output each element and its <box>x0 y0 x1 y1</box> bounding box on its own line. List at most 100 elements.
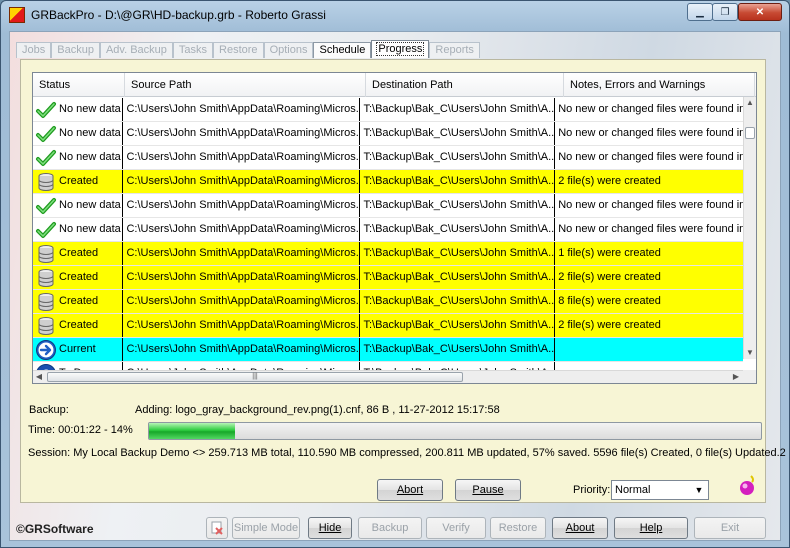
tab-label: Tasks <box>178 44 208 56</box>
table-row[interactable]: Current C:\Users\John Smith\AppData\Roami… <box>33 338 743 362</box>
exit-button[interactable]: Exit <box>694 517 766 539</box>
table-row[interactable]: Created C:\Users\John Smith\AppData\Roami… <box>33 290 743 314</box>
destination-path-cell: T:\Backup\Bak_C\Users\John Smith\A... <box>360 338 556 361</box>
progress-grid[interactable]: Status Source Path Destination Path Note… <box>32 72 757 384</box>
status-text: No new data <box>59 127 121 139</box>
notes-cell: No new or changed files were found in t <box>558 103 743 115</box>
tab-label: Backup <box>57 44 94 56</box>
notes-cell: 2 file(s) were created <box>558 175 661 187</box>
restore-button[interactable]: Restore <box>490 517 546 539</box>
tab-progress[interactable]: Progress <box>371 40 430 58</box>
status-cell: Created <box>33 314 124 337</box>
delete-log-button[interactable] <box>206 517 228 539</box>
column-header-destination[interactable]: Destination Path <box>366 73 564 97</box>
scroll-down-icon[interactable]: ▼ <box>744 347 756 359</box>
tab-jobs[interactable]: Jobs <box>16 42 52 58</box>
tab-schedule[interactable]: Schedule <box>313 42 372 58</box>
checkmark-icon <box>35 195 57 217</box>
notes-cell: 2 file(s) were created <box>558 319 661 331</box>
table-row[interactable]: No new data C:\Users\John Smith\AppData\R… <box>33 218 743 242</box>
source-path-cell: C:\Users\John Smith\AppData\Roaming\Micr… <box>123 146 361 169</box>
scroll-right-icon[interactable]: ▶ <box>730 371 742 383</box>
table-row[interactable]: No new data C:\Users\John Smith\AppData\R… <box>33 194 743 218</box>
abort-button[interactable]: Abort <box>377 479 443 501</box>
scroll-up-icon[interactable]: ▲ <box>744 97 756 109</box>
status-cell: Current <box>33 338 124 361</box>
minimize-button[interactable]: ▁ <box>687 3 713 21</box>
hide-button[interactable]: Hide <box>308 517 352 539</box>
column-header-source[interactable]: Source Path <box>125 73 366 97</box>
source-path-cell: C:\Users\John Smith\AppData\Roaming\Micr… <box>123 122 361 145</box>
status-cell: Created <box>33 242 124 265</box>
status-cell: Created <box>33 266 124 289</box>
column-header-status[interactable]: Status <box>33 73 125 97</box>
status-text: No new data <box>59 223 121 235</box>
notes-cell: No new or changed files were found in t <box>558 151 743 163</box>
pause-button[interactable]: Pause <box>455 479 521 501</box>
priority-value: Normal <box>615 484 651 496</box>
backup-button[interactable]: Backup <box>358 517 422 539</box>
tab-restore[interactable]: Restore <box>213 42 264 58</box>
title-bar[interactable]: GRBackPro - D:\@GR\HD-backup.grb - Rober… <box>1 1 789 29</box>
simple-mode-button[interactable]: Simple Mode <box>232 517 300 539</box>
notes-cell: No new or changed files were found in t <box>558 127 743 139</box>
grid-rows: No new data C:\Users\John Smith\AppData\R… <box>33 98 743 383</box>
status-text: Created <box>59 175 99 187</box>
checkmark-icon <box>35 147 57 169</box>
chevron-down-icon[interactable]: ▼ <box>691 482 707 498</box>
status-text: Created <box>59 319 99 331</box>
pause-label: Pause <box>472 484 504 496</box>
table-row[interactable]: No new data C:\Users\John Smith\AppData\R… <box>33 146 743 170</box>
column-header-notes[interactable]: Notes, Errors and Warnings <box>564 73 755 97</box>
close-button[interactable]: ✕ <box>738 3 782 21</box>
about-button[interactable]: About <box>552 517 608 539</box>
database-icon <box>35 315 57 337</box>
tab-reports[interactable]: Reports <box>429 42 480 58</box>
app-logo-icon <box>9 7 25 23</box>
tab-label: Schedule <box>319 44 366 56</box>
status-cell: No new data <box>33 98 124 121</box>
tab-options[interactable]: Options <box>263 42 314 58</box>
status-cell: No new data <box>33 218 124 241</box>
checkmark-icon <box>35 219 57 241</box>
tab-label: Adv. Backup <box>105 44 167 56</box>
about-label: About <box>565 522 595 534</box>
help-button[interactable]: Help <box>614 517 688 539</box>
tab-label: Progress <box>376 42 425 56</box>
tab-tasks[interactable]: Tasks <box>172 42 214 58</box>
verify-button[interactable]: Verify <box>426 517 486 539</box>
horizontal-scroll-thumb[interactable]: ||| <box>47 372 463 382</box>
scroll-left-icon[interactable]: ◀ <box>33 371 45 383</box>
database-icon <box>35 243 57 265</box>
table-row[interactable]: Created C:\Users\John Smith\AppData\Roami… <box>33 314 743 338</box>
table-row[interactable]: No new data C:\Users\John Smith\AppData\R… <box>33 98 743 122</box>
table-row[interactable]: Created C:\Users\John Smith\AppData\Roami… <box>33 170 743 194</box>
destination-path-cell: T:\Backup\Bak_C\Users\John Smith\A... <box>360 170 556 193</box>
table-row[interactable]: No new data C:\Users\John Smith\AppData\R… <box>33 122 743 146</box>
status-text: No new data <box>59 199 121 211</box>
session-summary: Session: My Local Backup Demo <> 259.713… <box>28 447 786 459</box>
notes-cell: No new or changed files were found in t <box>558 199 743 211</box>
destination-path-cell: T:\Backup\Bak_C\Users\John Smith\A... <box>360 98 556 121</box>
status-cell: No new data <box>33 194 124 217</box>
table-row[interactable]: Created C:\Users\John Smith\AppData\Roami… <box>33 266 743 290</box>
destination-path-cell: T:\Backup\Bak_C\Users\John Smith\A... <box>360 218 556 241</box>
source-path-cell: C:\Users\John Smith\AppData\Roaming\Micr… <box>123 170 361 193</box>
table-row[interactable]: Created C:\Users\John Smith\AppData\Roami… <box>33 242 743 266</box>
hide-label: Hide <box>318 522 342 534</box>
abort-label: Abort <box>396 484 424 496</box>
tab-label: Options <box>269 44 308 56</box>
source-path-cell: C:\Users\John Smith\AppData\Roaming\Micr… <box>123 338 361 361</box>
vertical-scrollbar[interactable]: ▲ ▼ <box>743 97 756 359</box>
horizontal-scrollbar[interactable]: ◀ ||| ▶ <box>33 370 756 383</box>
priority-select[interactable]: Normal ▼ <box>611 480 709 500</box>
tab-strip: Jobs Backup Adv. Backup Tasks Restore Op… <box>16 40 480 58</box>
maximize-button[interactable]: ❐ <box>712 3 738 21</box>
tab-label: Reports <box>435 44 474 56</box>
tab-label: Restore <box>219 44 258 56</box>
tab-backup[interactable]: Backup <box>51 42 100 58</box>
source-path-cell: C:\Users\John Smith\AppData\Roaming\Micr… <box>123 314 361 337</box>
status-text: Created <box>59 295 99 307</box>
tab-adv-backup[interactable]: Adv. Backup <box>99 42 173 58</box>
vertical-scroll-thumb[interactable] <box>745 127 755 139</box>
